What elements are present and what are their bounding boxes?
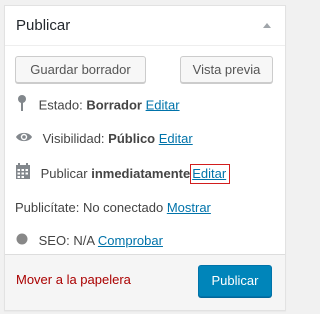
seo-check-link[interactable]: Comprobar bbox=[98, 233, 163, 248]
schedule-row: Publicar inmediatamente Editar bbox=[15, 163, 231, 186]
publish-button[interactable]: Publicar bbox=[198, 265, 272, 297]
publicize-value: No conectado bbox=[82, 200, 164, 215]
seo-row: SEO: N/A Comprobar bbox=[15, 231, 163, 251]
seo-value: N/A bbox=[73, 233, 95, 248]
pin-icon bbox=[15, 94, 29, 118]
collapse-arrow-icon[interactable] bbox=[263, 23, 271, 28]
publicize-show-link[interactable]: Mostrar bbox=[167, 200, 211, 215]
publicize-row: Publicítate: No conectado Mostrar bbox=[15, 198, 211, 218]
panel-title: Publicar bbox=[16, 17, 71, 34]
schedule-label: Publicar bbox=[40, 165, 88, 181]
status-value: Borrador bbox=[86, 97, 142, 113]
status-row: Estado: Borrador Editar bbox=[15, 94, 180, 114]
preview-button[interactable]: Vista previa bbox=[180, 56, 273, 83]
panel-footer: Mover a la papelera Publicar bbox=[5, 254, 285, 310]
panel-header: Publicar bbox=[5, 6, 285, 46]
calendar-icon bbox=[15, 163, 31, 186]
status-dot-icon bbox=[15, 232, 29, 252]
move-to-trash-link[interactable]: Mover a la papelera bbox=[16, 272, 131, 287]
visibility-edit-link[interactable]: Editar bbox=[159, 131, 193, 146]
save-draft-button[interactable]: Guardar borrador bbox=[15, 56, 146, 83]
publicize-label: Publicítate: bbox=[15, 200, 80, 215]
schedule-edit-highlight: Editar bbox=[190, 163, 231, 184]
schedule-edit-link[interactable]: Editar bbox=[192, 166, 226, 181]
seo-label: SEO: bbox=[38, 233, 70, 248]
visibility-label: Visibilidad: bbox=[42, 131, 105, 146]
publish-panel: Publicar Guardar borrador Vista previa E… bbox=[4, 5, 286, 311]
schedule-value: inmediatamente bbox=[91, 165, 191, 181]
status-edit-link[interactable]: Editar bbox=[146, 97, 180, 112]
visibility-row: Visibilidad: Público Editar bbox=[15, 129, 193, 149]
eye-icon bbox=[15, 130, 33, 150]
status-label: Estado: bbox=[38, 97, 83, 113]
visibility-value: Público bbox=[108, 131, 156, 146]
